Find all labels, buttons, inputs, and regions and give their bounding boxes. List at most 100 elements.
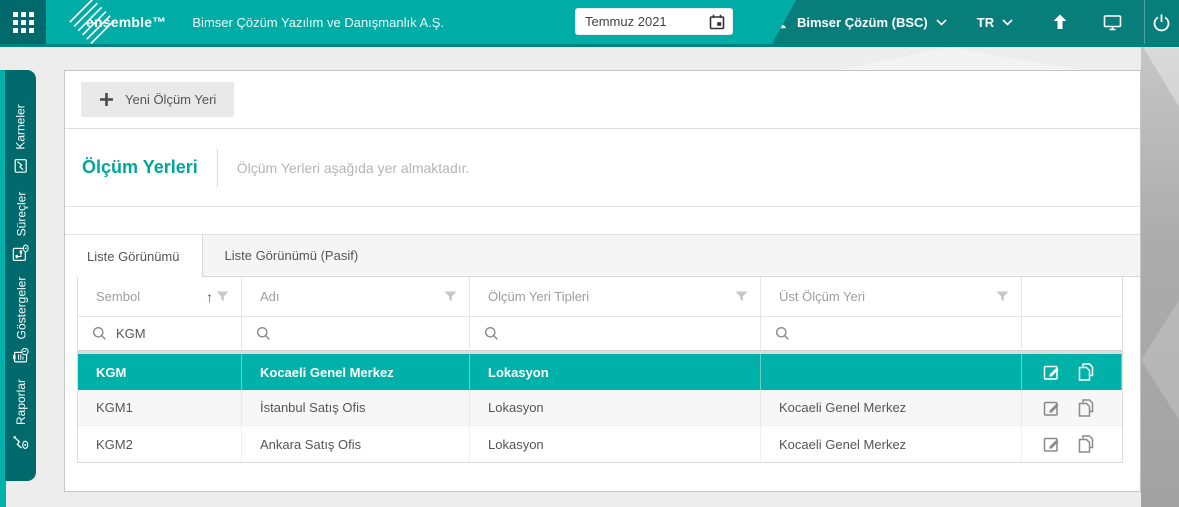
table-row[interactable]: KGM2 Ankara Satış Ofis Lokasyon Kocaeli … (78, 426, 1122, 462)
content-card: Yeni Ölçüm Yeri Ölçüm Yerleri Ölçüm Yerl… (64, 70, 1141, 492)
background-facet (840, 47, 1080, 70)
sidebar-item-raporlar[interactable]: Raporlar (5, 371, 36, 457)
table-header-row: Sembol ↑ Adı Ölçüm Yeri Tipleri Üst Ölçü… (78, 277, 1122, 317)
cell-actions (1022, 354, 1122, 390)
copy-button[interactable] (1077, 434, 1095, 454)
edit-icon (1042, 434, 1062, 454)
column-label: Sembol (96, 289, 141, 304)
ensemble-logo: ensemble™ (69, 0, 167, 45)
copy-button[interactable] (1077, 362, 1095, 382)
edit-button[interactable] (1042, 434, 1062, 454)
table-row[interactable]: KGM1 İstanbul Satış Ofis Lokasyon Kocael… (78, 390, 1122, 426)
tab-strip: Liste Görünümü Liste Görünümü (Pasif) (65, 234, 1140, 277)
sidebar-item-gostergeler[interactable]: Göstergeler (5, 270, 36, 370)
cell-ust (761, 354, 1022, 390)
display-button[interactable] (1103, 14, 1122, 31)
grid-icon (12, 11, 34, 33)
column-header-olcum-yeri-tipleri[interactable]: Ölçüm Yeri Tipleri (470, 277, 761, 316)
app-root: ensemble™ Bimser Çözüm Yazılım ve Danışm… (0, 0, 1179, 507)
tab-label: Liste Görünümü (87, 248, 180, 264)
user-icon (772, 14, 789, 31)
filter-input-adi[interactable] (242, 317, 470, 350)
sidebar-item-label: Göstergeler (13, 276, 28, 339)
copy-icon (1077, 398, 1095, 418)
cell-actions (1022, 426, 1122, 462)
table-filter-row: KGM (78, 317, 1122, 351)
language-selector[interactable]: TR (977, 15, 1013, 30)
new-measurement-place-button[interactable]: Yeni Ölçüm Yeri (81, 82, 235, 117)
plus-icon (99, 92, 114, 107)
column-label: Üst Ölçüm Yeri (779, 289, 865, 304)
filter-value: KGM (116, 326, 146, 341)
edit-icon (1042, 362, 1062, 382)
user-menu-label: Bimser Çözüm (BSC) (797, 14, 928, 30)
header-right-section: Bimser Çözüm (BSC) TR (772, 0, 1179, 44)
filter-icon[interactable] (735, 291, 748, 302)
period-date-picker[interactable]: Temmuz 2021 (575, 8, 733, 35)
logout-button[interactable] (1145, 0, 1179, 44)
date-picker-value: Temmuz 2021 (585, 14, 667, 29)
top-header-bar: ensemble™ Bimser Çözüm Yazılım ve Danışm… (0, 0, 1179, 45)
edit-button[interactable] (1042, 362, 1062, 382)
new-button-label: Yeni Ölçüm Yeri (125, 92, 217, 107)
cell-tip: Lokasyon (470, 390, 761, 425)
cell-tip: Lokasyon (470, 354, 761, 390)
cell-adi: Kocaeli Genel Merkez (242, 354, 470, 390)
sidebar-item-label: Raporlar (13, 378, 28, 425)
copy-icon (1077, 362, 1095, 382)
cell-tip: Lokasyon (470, 426, 761, 462)
background-facet (1141, 47, 1179, 507)
filter-icon[interactable] (996, 291, 1009, 302)
filter-input-tip[interactable] (470, 317, 761, 350)
filter-icon[interactable] (444, 291, 457, 302)
search-icon (484, 326, 499, 341)
tabs-spacer (65, 207, 1140, 234)
sidebar-item-karneler[interactable]: Karneler (5, 96, 36, 182)
page-subtitle: Ölçüm Yerleri aşağıda yer almaktadır. (236, 159, 470, 176)
sort-asc-icon: ↑ (206, 288, 213, 305)
sidebar-item-label: Süreçler (13, 191, 28, 236)
column-header-sembol[interactable]: Sembol ↑ (78, 277, 242, 316)
filter-input-ust[interactable] (761, 317, 1022, 350)
copy-icon (1077, 434, 1095, 454)
filter-icon[interactable] (216, 291, 229, 302)
cell-sembol: KGM1 (78, 390, 242, 425)
header-underline (0, 44, 1179, 47)
sidebar-item-surecler[interactable]: Süreçler (5, 183, 36, 269)
edit-button[interactable] (1042, 398, 1062, 418)
search-icon (92, 326, 107, 341)
surecler-icon (12, 243, 29, 261)
measurement-places-table: Sembol ↑ Adı Ölçüm Yeri Tipleri Üst Ölçü… (77, 277, 1123, 463)
filter-input-sembol[interactable]: KGM (78, 317, 242, 350)
tab-liste-gorunumu[interactable]: Liste Görünümü (65, 235, 203, 277)
filter-cell-actions (1022, 317, 1122, 350)
cell-adi: Ankara Satış Ofis (242, 426, 470, 462)
cell-sembol: KGM (78, 354, 242, 390)
chevron-down-icon (936, 18, 947, 26)
tab-label: Liste Görünümü (Pasif) (224, 248, 359, 263)
copy-button[interactable] (1077, 398, 1095, 418)
upload-button[interactable] (1051, 13, 1069, 31)
arrow-up-icon (1051, 13, 1069, 31)
edit-icon (1042, 398, 1062, 418)
tab-liste-gorunumu-pasif[interactable]: Liste Görünümü (Pasif) (203, 235, 381, 276)
monitor-icon (1103, 14, 1122, 31)
table-row[interactable]: KGM Kocaeli Genel Merkez Lokasyon (78, 354, 1122, 390)
toolbar: Yeni Ölçüm Yeri (65, 71, 1140, 129)
app-launcher-button[interactable] (0, 0, 46, 44)
user-menu[interactable]: Bimser Çözüm (BSC) (772, 14, 947, 31)
karneler-icon (13, 158, 29, 174)
column-header-adi[interactable]: Adı (242, 277, 470, 316)
company-name: Bimser Çözüm Yazılım ve Danışmanlık A.Ş. (192, 14, 445, 30)
sidebar-item-label: Karneler (13, 104, 28, 150)
chevron-down-icon (1002, 18, 1013, 26)
column-label: Adı (260, 289, 280, 304)
column-header-ust-olcum-yeri[interactable]: Üst Ölçüm Yeri (761, 277, 1022, 316)
raporlar-icon (12, 433, 29, 450)
cell-adi: İstanbul Satış Ofis (242, 390, 470, 425)
cell-ust: Kocaeli Genel Merkez (761, 390, 1022, 425)
sidebar: Karneler Süreçler Göstergeler Raporlar (5, 70, 36, 481)
gostergeler-icon (12, 347, 29, 364)
power-icon (1152, 13, 1171, 32)
logo-text: ensemble™ (86, 14, 167, 30)
